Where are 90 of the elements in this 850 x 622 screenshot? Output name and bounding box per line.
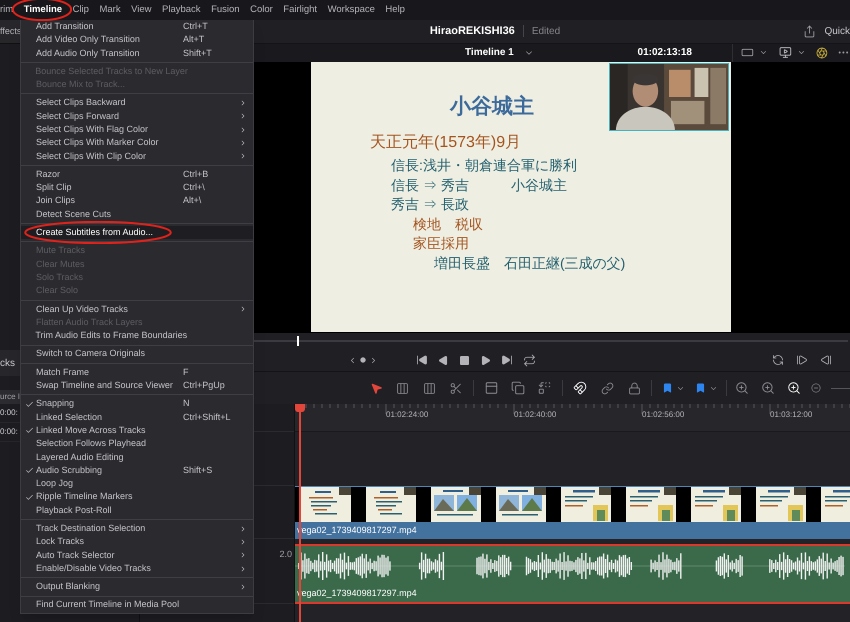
quick-export-link[interactable]: Quick xyxy=(824,24,850,39)
menu-item[interactable]: Enable/Disable Video Tracks xyxy=(21,562,253,576)
next-icon[interactable] xyxy=(369,356,378,365)
menu-item[interactable]: Select Clips Forward xyxy=(21,110,253,124)
column-header: urce I xyxy=(0,391,20,403)
scrubber-handle[interactable] xyxy=(297,336,300,346)
menu-bar-item[interactable]: Fairlight xyxy=(283,2,318,18)
menu-item[interactable]: Swap Timeline and Source Viewer Ctrl+PgUp xyxy=(21,379,253,392)
menu-item[interactable]: Playback Post-Roll xyxy=(21,504,253,518)
dot-icon[interactable] xyxy=(360,357,366,364)
ruler-label: 01:02:24:00 xyxy=(386,410,428,420)
menu-bar-item[interactable]: Mark xyxy=(99,2,121,18)
link-icon[interactable] xyxy=(601,382,614,395)
menu-item[interactable]: Output Blanking xyxy=(21,580,253,594)
check-icon xyxy=(25,400,34,409)
slide-text: 天正元年(1573年)9月 xyxy=(370,134,522,151)
step-back-icon[interactable] xyxy=(820,354,832,366)
menu-item[interactable]: Add Transition Ctrl+T xyxy=(21,20,253,34)
pointer-icon[interactable] xyxy=(370,382,383,395)
menu-bar-item[interactable]: Color xyxy=(250,2,273,18)
menu-bar-item[interactable]: rim xyxy=(0,2,14,18)
slide-text: 信長:浅井・朝倉連合軍に勝利 xyxy=(391,157,577,174)
menu-item[interactable]: Audio Scrubbing Shift+S xyxy=(21,464,253,478)
ruler-label: 01:02:56:00 xyxy=(642,410,684,420)
menu-item[interactable]: Select Clips With Clip Color xyxy=(21,150,253,163)
slide-text: 検地 税収 xyxy=(413,216,483,232)
panel-title: cks xyxy=(0,356,15,370)
slide-text: 増田長盛 石田正継(三成の父) xyxy=(434,254,626,271)
menu-item[interactable]: Find Current Timeline in Media Pool xyxy=(21,598,253,612)
menu-item[interactable]: Layered Audio Editing xyxy=(21,450,253,464)
project-status: Edited xyxy=(532,24,560,39)
menu-item[interactable]: Selection Follows Playhead xyxy=(21,437,253,451)
menu-item[interactable]: Clean Up Video Tracks xyxy=(21,302,253,316)
menu-item[interactable]: Select Clips With Marker Color xyxy=(21,136,253,150)
menu-item[interactable]: Snapping N xyxy=(21,397,253,411)
menu-bar-item[interactable]: Workspace xyxy=(328,2,375,18)
menu-item[interactable]: Select Clips Backward xyxy=(21,96,253,110)
menu-item[interactable]: Select Clips With Flag Color xyxy=(21,123,253,136)
monitor-icon[interactable] xyxy=(778,46,792,60)
menu-item[interactable]: Linked Selection Ctrl+Shift+L xyxy=(21,410,253,424)
slide-text: 家臣採用 xyxy=(413,235,469,252)
check-icon xyxy=(25,426,34,436)
project-title: HiraoREKISHI36 xyxy=(430,24,515,40)
audio-format-label: 2.0 xyxy=(279,548,292,562)
menu-bar-item[interactable]: Clip xyxy=(72,2,89,18)
menu-item[interactable]: Detect Scene Cuts xyxy=(21,208,253,222)
table-cell: 0:00: xyxy=(0,426,18,438)
check-icon xyxy=(25,466,34,476)
stop-icon[interactable] xyxy=(459,354,470,366)
marker-icon[interactable] xyxy=(695,382,706,394)
menu-item[interactable]: Razor Ctrl+B xyxy=(21,168,253,182)
lock-icon[interactable] xyxy=(628,382,641,395)
menu-item[interactable]: Ripple Timeline Markers xyxy=(21,490,253,504)
zoom-out-icon[interactable] xyxy=(811,383,821,394)
timecode: 01:02:13:18 xyxy=(638,46,692,60)
menu-item[interactable]: Track Destination Selection xyxy=(21,522,253,536)
play-reverse-icon[interactable] xyxy=(438,354,449,366)
ruler-label: 01:03:12:00 xyxy=(770,410,812,420)
table-cell: 0:00: xyxy=(0,407,18,419)
menu-item[interactable]: Lock Tracks xyxy=(21,535,253,549)
menu-item[interactable]: Trim Audio Edits to Frame Boundaries xyxy=(21,329,253,343)
menu-item[interactable]: Auto Track Selector xyxy=(21,548,253,562)
loop-icon[interactable] xyxy=(523,354,536,367)
slide-text: 秀吉 ⇒ 長政 xyxy=(391,196,469,212)
slide-title: 小谷城主 xyxy=(448,94,535,119)
skip-forward-icon[interactable] xyxy=(501,354,513,366)
menu-item[interactable]: Add Video Only Transition Alt+T xyxy=(21,33,253,47)
play-icon[interactable] xyxy=(480,354,491,366)
menu-item[interactable]: Linked Move Across Tracks xyxy=(21,424,253,438)
menu-item[interactable]: Loop Jog xyxy=(21,477,253,490)
skip-back-icon[interactable] xyxy=(416,354,428,366)
check-icon xyxy=(25,492,34,502)
previous-icon[interactable] xyxy=(348,356,357,365)
magnet-icon[interactable] xyxy=(573,381,587,396)
menu-bar-item[interactable]: Fusion xyxy=(211,2,240,18)
menu-item[interactable]: Add Audio Only Transition Shift+T xyxy=(21,46,253,60)
menu-item[interactable]: Create Subtitles from Audio... xyxy=(21,226,253,240)
menu-item[interactable]: Match Frame F xyxy=(21,366,253,380)
step-forward-icon[interactable] xyxy=(796,354,808,366)
menu-item[interactable]: Switch to Camera Originals xyxy=(21,348,253,361)
ruler-label: 01:02:40:00 xyxy=(514,410,556,420)
share-icon[interactable] xyxy=(803,24,816,38)
menu-bar-item[interactable]: Help xyxy=(385,2,405,18)
menu-bar-item[interactable]: Playback xyxy=(162,2,201,18)
slide-text: 信長 ⇒ 秀吉 小谷城主 xyxy=(391,176,567,193)
menu-bar-item[interactable]: View xyxy=(131,2,152,18)
flag-icon[interactable] xyxy=(662,382,673,394)
timeline-name[interactable]: Timeline 1 xyxy=(465,45,514,60)
menu-item[interactable]: Join Clips Alt+\ xyxy=(21,194,253,208)
menu-item[interactable]: Split Clip Ctrl+\ xyxy=(21,181,253,195)
